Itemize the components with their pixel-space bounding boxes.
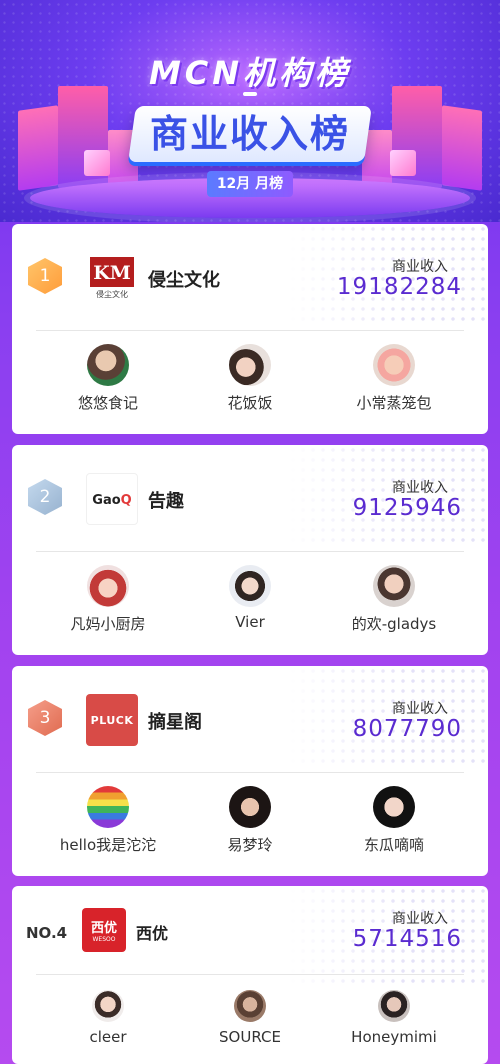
revenue-label: 商业收入 bbox=[392, 701, 448, 717]
banner-cube bbox=[390, 150, 416, 176]
org-logo: 西优 WESOO bbox=[82, 908, 126, 952]
kol-item[interactable]: Honeymimi bbox=[324, 990, 464, 1046]
avatar bbox=[378, 990, 410, 1022]
avatar bbox=[373, 786, 415, 828]
revenue-value: 8077790 bbox=[352, 716, 462, 742]
kol-item[interactable]: 花饭饭 bbox=[180, 344, 320, 413]
kol-item[interactable]: hello我是沱沱 bbox=[38, 786, 178, 855]
kol-item[interactable]: 凡妈小厨房 bbox=[38, 565, 178, 634]
revenue-label: 商业收入 bbox=[392, 911, 448, 927]
revenue-value: 19182284 bbox=[336, 274, 462, 300]
kol-name: 东瓜嘀嘀 bbox=[363, 836, 424, 854]
org-logo: PLUCK bbox=[86, 694, 138, 746]
divider bbox=[36, 772, 464, 773]
rank-badge: 3 bbox=[28, 700, 62, 736]
avatar bbox=[234, 990, 266, 1022]
kol-item[interactable]: 易梦玲 bbox=[180, 786, 320, 855]
ranking-card-2[interactable]: 2 GaoQ 告趣 商业收入 9125946 凡妈小厨房 Vier 的欢-gla… bbox=[12, 445, 488, 655]
kol-name: Vier bbox=[235, 613, 265, 631]
avatar bbox=[92, 990, 124, 1022]
avatar bbox=[87, 344, 129, 386]
org-name: 摘星阁 bbox=[148, 712, 202, 733]
kol-item[interactable]: 悠悠食记 bbox=[38, 344, 178, 413]
avatar bbox=[87, 786, 129, 828]
kol-name: 悠悠食记 bbox=[77, 394, 138, 412]
avatar bbox=[87, 565, 129, 607]
kol-name: 小常蒸笼包 bbox=[356, 394, 432, 412]
avatar bbox=[373, 565, 415, 607]
org-logo: GaoQ bbox=[86, 473, 138, 525]
org-logo: KM 侵尘文化 bbox=[86, 252, 138, 304]
banner-subtitle: 商业收入榜 bbox=[149, 112, 350, 156]
kol-name: 的欢-gladys bbox=[351, 615, 437, 633]
org-name: 告趣 bbox=[148, 491, 184, 512]
ranking-card-4[interactable]: NO.4 西优 WESOO 西优 商业收入 5714516 cleer SOUR… bbox=[12, 886, 488, 1064]
banner-decoration bbox=[18, 105, 58, 191]
avatar bbox=[229, 565, 271, 607]
kol-name: hello我是沱沱 bbox=[59, 836, 157, 854]
avatar bbox=[373, 344, 415, 386]
banner-decoration bbox=[442, 105, 482, 191]
kol-item[interactable]: Vier bbox=[180, 565, 320, 631]
kol-name: 花饭饭 bbox=[227, 394, 273, 412]
kol-item[interactable]: 小常蒸笼包 bbox=[324, 344, 464, 413]
org-name: 侵尘文化 bbox=[148, 270, 220, 291]
ranking-card-3[interactable]: 3 PLUCK 摘星阁 商业收入 8077790 hello我是沱沱 易梦玲 东… bbox=[12, 666, 488, 876]
svg-text:KM: KM bbox=[93, 262, 131, 284]
avatar bbox=[229, 344, 271, 386]
kol-name: 易梦玲 bbox=[227, 836, 273, 854]
org-name: 西优 bbox=[136, 924, 169, 943]
revenue-value: 9125946 bbox=[352, 495, 462, 521]
logo-text: 西优 bbox=[90, 921, 117, 936]
km-logo-icon: KM bbox=[90, 256, 134, 287]
revenue-value: 5714516 bbox=[352, 926, 462, 952]
revenue-label: 商业收入 bbox=[392, 480, 448, 496]
kol-name: SOURCE bbox=[219, 1028, 281, 1046]
rank-badge: 2 bbox=[28, 479, 62, 515]
month-badge[interactable]: 12月 月榜 bbox=[207, 171, 293, 197]
logo-text: PLUCK bbox=[90, 713, 134, 727]
gaoq-logo-icon: GaoQ bbox=[92, 493, 131, 508]
kol-item[interactable]: cleer bbox=[38, 990, 178, 1046]
banner-dash bbox=[243, 92, 257, 96]
rank-label: NO.4 bbox=[26, 924, 68, 942]
kol-name: Honeymimi bbox=[351, 1028, 437, 1046]
revenue-label: 商业收入 bbox=[392, 259, 448, 275]
kol-name: 凡妈小厨房 bbox=[70, 615, 146, 633]
banner-cube bbox=[84, 150, 110, 176]
banner-title: MCN机构榜 bbox=[148, 54, 352, 92]
divider bbox=[36, 551, 464, 552]
svg-text:GaoQ: GaoQ bbox=[92, 493, 131, 508]
rank-badge: 1 bbox=[28, 258, 62, 294]
logo-subtext: 侵尘文化 bbox=[96, 289, 128, 299]
divider bbox=[36, 330, 464, 331]
kol-item[interactable]: 的欢-gladys bbox=[324, 565, 464, 634]
header-banner: MCN机构榜 商业收入榜 12月 月榜 bbox=[0, 0, 500, 222]
ranking-card-1[interactable]: 1 KM 侵尘文化 侵尘文化 商业收入 19182284 悠悠食记 花饭饭 小常… bbox=[12, 224, 488, 434]
kol-name: cleer bbox=[89, 1028, 127, 1046]
divider bbox=[36, 974, 464, 975]
logo-subtext: WESOO bbox=[92, 936, 116, 943]
kol-item[interactable]: 东瓜嘀嘀 bbox=[324, 786, 464, 855]
kol-item[interactable]: SOURCE bbox=[180, 990, 320, 1046]
avatar bbox=[229, 786, 271, 828]
